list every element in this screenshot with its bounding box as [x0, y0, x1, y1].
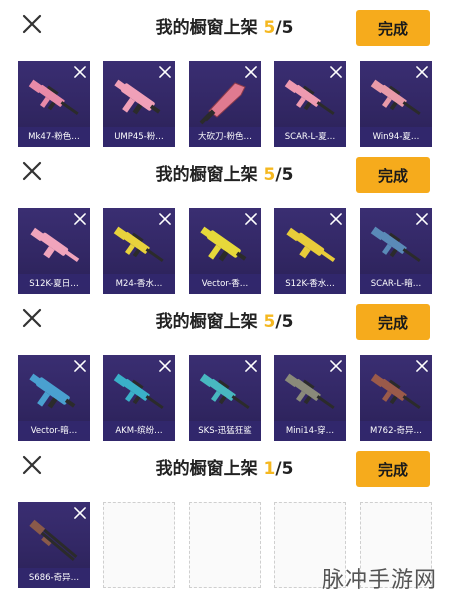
weapon-skin-card[interactable]: SKS-迅猛狂鲨: [189, 355, 261, 441]
empty-slot[interactable]: [189, 502, 261, 588]
shelf-count-max: 5: [281, 459, 294, 479]
weapon-skin-card[interactable]: Vector-暗…: [18, 355, 90, 441]
weapon-skin-card[interactable]: S686-奇异…: [18, 502, 90, 588]
section-header: 我的橱窗上架 5/5 完成: [0, 294, 449, 340]
remove-icon[interactable]: [415, 64, 429, 78]
showcase-section: 我的橱窗上架 5/5 完成 Vector-暗… AKM-缤纷… SKS-迅猛狂鲨…: [0, 294, 449, 441]
empty-slot[interactable]: [103, 502, 175, 588]
weapon-skin-name: Win94-夏…: [360, 127, 432, 147]
remove-icon[interactable]: [415, 211, 429, 225]
machete-icon: [195, 71, 255, 127]
weapon-skin-card[interactable]: SCAR-L-夏…: [274, 61, 346, 147]
title-text: 我的橱窗上架: [155, 312, 258, 332]
shelf-count-max: 5: [281, 312, 294, 332]
weapon-skin-name: 大砍刀-粉色…: [189, 127, 261, 147]
section-header: 我的橱窗上架 1/5 完成: [0, 441, 449, 487]
shelf-count-max: 5: [281, 165, 294, 185]
weapon-skin-card[interactable]: Win94-夏…: [360, 61, 432, 147]
weapon-skin-name: UMP45-粉…: [103, 127, 175, 147]
weapon-skin-name: SCAR-L-暗…: [360, 274, 432, 294]
remove-icon[interactable]: [329, 358, 343, 372]
rifle-icon: [280, 71, 340, 127]
smg-icon: [109, 71, 169, 127]
sniper-icon: [109, 218, 169, 274]
done-button[interactable]: 完成: [356, 157, 430, 193]
item-row: Mk47-粉色… UMP45-粉… 大砍刀-粉色… SCAR-L-夏… Win9…: [0, 61, 449, 147]
weapon-skin-name: Mk47-粉色…: [18, 127, 90, 147]
weapon-skin-name: Vector-暗…: [18, 421, 90, 441]
weapon-skin-name: SCAR-L-夏…: [274, 127, 346, 147]
remove-icon[interactable]: [73, 64, 87, 78]
rifle-icon: [366, 365, 426, 421]
section-header: 我的橱窗上架 5/5 完成: [0, 147, 449, 193]
weapon-skin-name: Vector-香…: [189, 274, 261, 294]
showcase-section: 我的橱窗上架 5/5 完成 Mk47-粉色… UMP45-粉… 大砍刀-粉色… …: [0, 0, 449, 147]
remove-icon[interactable]: [73, 505, 87, 519]
weapon-skin-card[interactable]: UMP45-粉…: [103, 61, 175, 147]
shelf-count-current: 5: [263, 312, 276, 332]
weapon-skin-card[interactable]: M762-奇异…: [360, 355, 432, 441]
weapon-skin-card[interactable]: M24-香水…: [103, 208, 175, 294]
shelf-count-current: 5: [263, 165, 276, 185]
weapon-skin-name: M762-奇异…: [360, 421, 432, 441]
remove-icon[interactable]: [244, 211, 258, 225]
weapon-skin-card[interactable]: Vector-香…: [189, 208, 261, 294]
item-row: S12K-夏日… M24-香水… Vector-香… S12K-香水… SCAR…: [0, 208, 449, 294]
item-row: Vector-暗… AKM-缤纷… SKS-迅猛狂鲨 Mini14-穿… M76…: [0, 355, 449, 441]
remove-icon[interactable]: [329, 64, 343, 78]
title-text: 我的橱窗上架: [155, 165, 258, 185]
weapon-skin-card[interactable]: Mk47-粉色…: [18, 61, 90, 147]
weapon-skin-card[interactable]: 大砍刀-粉色…: [189, 61, 261, 147]
rifle-icon: [109, 365, 169, 421]
remove-icon[interactable]: [158, 358, 172, 372]
weapon-skin-card[interactable]: SCAR-L-暗…: [360, 208, 432, 294]
title-text: 我的橱窗上架: [155, 459, 258, 479]
shelf-count-max: 5: [281, 18, 294, 38]
remove-icon[interactable]: [158, 64, 172, 78]
weapon-skin-name: SKS-迅猛狂鲨: [189, 421, 261, 441]
remove-icon[interactable]: [73, 211, 87, 225]
weapon-skin-name: S12K-香水…: [274, 274, 346, 294]
weapon-skin-name: Mini14-穿…: [274, 421, 346, 441]
done-button[interactable]: 完成: [356, 304, 430, 340]
weapon-skin-name: AKM-缤纷…: [103, 421, 175, 441]
shelf-count-current: 1: [263, 459, 276, 479]
shelf-count-current: 5: [263, 18, 276, 38]
smg-icon: [195, 218, 255, 274]
weapon-skin-card[interactable]: S12K-香水…: [274, 208, 346, 294]
remove-icon[interactable]: [244, 64, 258, 78]
weapon-skin-name: S12K-夏日…: [18, 274, 90, 294]
section-header: 我的橱窗上架 5/5 完成: [0, 0, 449, 46]
remove-icon[interactable]: [415, 358, 429, 372]
weapon-skin-card[interactable]: AKM-缤纷…: [103, 355, 175, 441]
weapon-skin-card[interactable]: Mini14-穿…: [274, 355, 346, 441]
weapon-skin-card[interactable]: S12K-夏日…: [18, 208, 90, 294]
lever-rifle-icon: [366, 71, 426, 127]
shotgun-icon: [280, 218, 340, 274]
done-button[interactable]: 完成: [356, 10, 430, 46]
remove-icon[interactable]: [329, 211, 343, 225]
watermark: 脉冲手游网: [321, 568, 437, 593]
title-text: 我的橱窗上架: [155, 18, 258, 38]
rifle-icon: [366, 218, 426, 274]
weapon-skin-name: S686-奇异…: [18, 568, 90, 588]
remove-icon[interactable]: [244, 358, 258, 372]
rifle-icon: [280, 365, 340, 421]
remove-icon[interactable]: [158, 211, 172, 225]
smg-icon: [24, 365, 84, 421]
double-barrel-shotgun-icon: [24, 512, 84, 568]
rifle-icon: [195, 365, 255, 421]
done-button[interactable]: 完成: [356, 451, 430, 487]
remove-icon[interactable]: [73, 358, 87, 372]
showcase-section: 我的橱窗上架 5/5 完成 S12K-夏日… M24-香水… Vector-香……: [0, 147, 449, 294]
shotgun-icon: [24, 218, 84, 274]
weapon-skin-name: M24-香水…: [103, 274, 175, 294]
rifle-icon: [24, 71, 84, 127]
